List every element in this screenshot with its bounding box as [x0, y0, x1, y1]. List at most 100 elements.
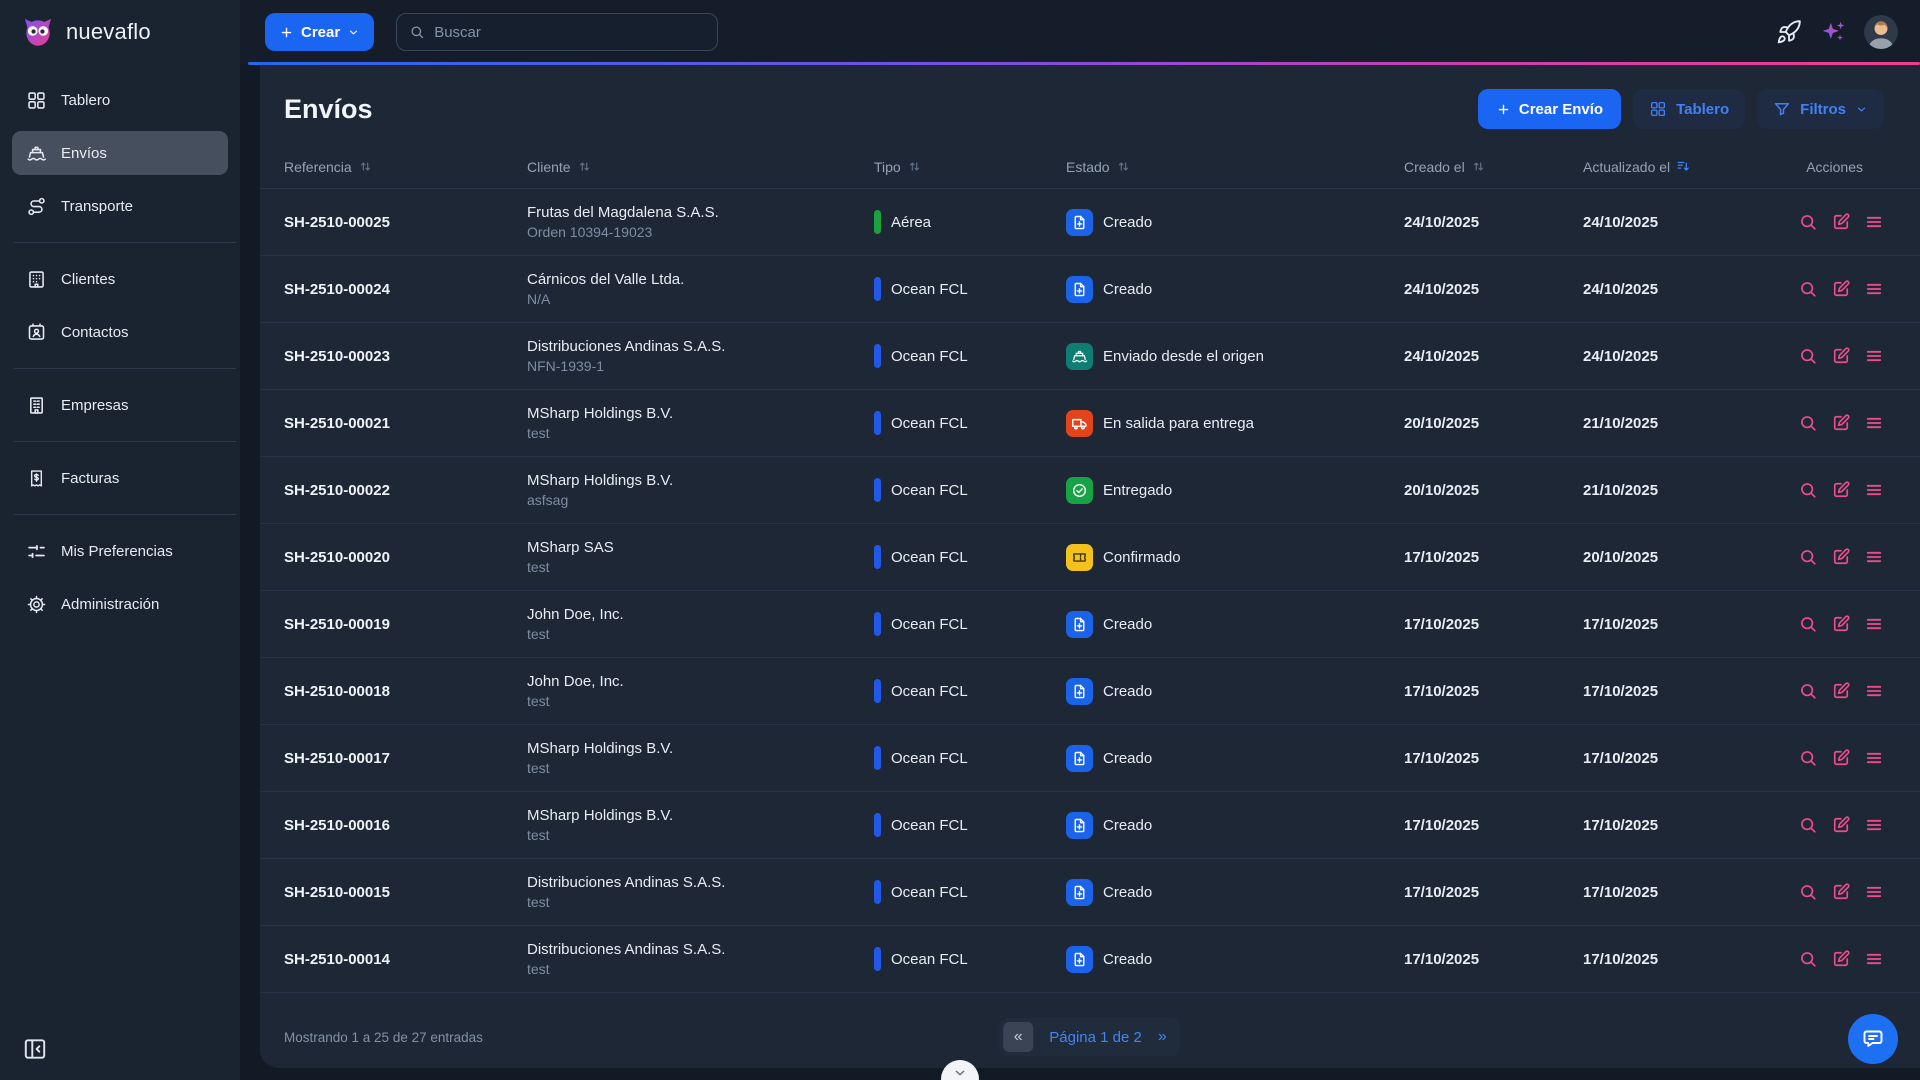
view-button[interactable]: [1798, 614, 1818, 634]
row-menu-button[interactable]: [1864, 681, 1884, 701]
row-menu-button[interactable]: [1864, 614, 1884, 634]
global-search: [396, 13, 718, 51]
view-button[interactable]: [1798, 949, 1818, 969]
company-icon: [26, 395, 47, 416]
client-reference: test: [527, 559, 874, 575]
grid-icon: [26, 90, 47, 111]
document-plus-icon: [1066, 276, 1093, 303]
edit-button[interactable]: [1831, 279, 1851, 299]
document-plus-icon: [1066, 879, 1093, 906]
cell-actualizado: 24/10/2025: [1583, 348, 1788, 365]
table-row[interactable]: SH-2510-00015 Distribuciones Andinas S.A…: [260, 859, 1920, 926]
cell-creado: 17/10/2025: [1404, 750, 1583, 767]
table-row[interactable]: SH-2510-00018 John Doe, Inc. test Ocean …: [260, 658, 1920, 725]
route-icon: [26, 196, 47, 217]
edit-button[interactable]: [1831, 882, 1851, 902]
cell-creado: 24/10/2025: [1404, 348, 1583, 365]
table-row[interactable]: SH-2510-00025 Frutas del Magdalena S.A.S…: [260, 189, 1920, 256]
prev-page-button[interactable]: «: [1003, 1022, 1033, 1052]
table-row[interactable]: SH-2510-00024 Cárnicos del Valle Ltda. N…: [260, 256, 1920, 323]
row-menu-button[interactable]: [1864, 815, 1884, 835]
sort-updown-icon: [577, 159, 592, 174]
edit-button[interactable]: [1831, 949, 1851, 969]
view-button[interactable]: [1798, 815, 1818, 835]
table-row[interactable]: SH-2510-00014 Distribuciones Andinas S.A…: [260, 926, 1920, 993]
chevron-down-icon: [347, 26, 360, 39]
shipment-type-indicator: [874, 545, 881, 569]
edit-button[interactable]: [1831, 547, 1851, 567]
document-plus-icon: [1066, 209, 1093, 236]
column-header[interactable]: Tipo: [874, 159, 1066, 175]
edit-button[interactable]: [1831, 614, 1851, 634]
row-menu-button[interactable]: [1864, 212, 1884, 232]
sort-updown-icon: [907, 159, 922, 174]
brand-logo[interactable]: nuevaflo: [0, 0, 240, 64]
row-menu-button[interactable]: [1864, 346, 1884, 366]
cell-estado: Creado: [1066, 678, 1404, 705]
create-button[interactable]: Crear: [265, 13, 374, 51]
table-row[interactable]: SH-2510-00019 John Doe, Inc. test Ocean …: [260, 591, 1920, 658]
next-page-button[interactable]: »: [1158, 1028, 1177, 1046]
table-row[interactable]: SH-2510-00016 MSharp Holdings B.V. test …: [260, 792, 1920, 859]
row-menu-button[interactable]: [1864, 413, 1884, 433]
edit-button[interactable]: [1831, 480, 1851, 500]
row-menu-button[interactable]: [1864, 547, 1884, 567]
user-avatar[interactable]: [1864, 15, 1898, 49]
table-row[interactable]: SH-2510-00020 MSharp SAS test Ocean FCL …: [260, 524, 1920, 591]
row-menu-button[interactable]: [1864, 748, 1884, 768]
view-button[interactable]: [1798, 212, 1818, 232]
filters-button[interactable]: Filtros: [1757, 89, 1884, 129]
row-menu-button[interactable]: [1864, 279, 1884, 299]
view-button[interactable]: [1798, 681, 1818, 701]
table-row[interactable]: SH-2510-00021 MSharp Holdings B.V. test …: [260, 390, 1920, 457]
grid-icon: [1649, 100, 1667, 118]
edit-button[interactable]: [1831, 346, 1851, 366]
page-header: Envíos Crear Envío Tablero Filtros: [260, 65, 1920, 145]
column-header[interactable]: Referencia: [284, 159, 527, 175]
view-button[interactable]: [1798, 279, 1818, 299]
column-header[interactable]: Creado el: [1404, 159, 1583, 175]
shipment-type-label: Ocean FCL: [891, 281, 968, 298]
row-menu-button[interactable]: [1864, 882, 1884, 902]
edit-button[interactable]: [1831, 748, 1851, 768]
table-row[interactable]: SH-2510-00022 MSharp Holdings B.V. asfsa…: [260, 457, 1920, 524]
sidebar-item[interactable]: Contactos: [12, 310, 228, 354]
invoice-icon: [26, 468, 47, 489]
row-menu-button[interactable]: [1864, 480, 1884, 500]
cell-tipo: Ocean FCL: [874, 679, 1066, 703]
table-row[interactable]: SH-2510-00017 MSharp Holdings B.V. test …: [260, 725, 1920, 792]
board-view-button[interactable]: Tablero: [1633, 89, 1745, 129]
row-menu-button[interactable]: [1864, 949, 1884, 969]
sidebar-item[interactable]: Mis Preferencias: [12, 529, 228, 573]
view-button[interactable]: [1798, 748, 1818, 768]
chat-button[interactable]: [1848, 1014, 1898, 1064]
collapse-sidebar-button[interactable]: [22, 1036, 48, 1062]
sidebar-item[interactable]: Empresas: [12, 383, 228, 427]
column-header[interactable]: Actualizado el: [1583, 159, 1788, 175]
sidebar-item[interactable]: Transporte: [12, 184, 228, 228]
view-button[interactable]: [1798, 547, 1818, 567]
table-row[interactable]: SH-2510-00023 Distribuciones Andinas S.A…: [260, 323, 1920, 390]
view-button[interactable]: [1798, 882, 1818, 902]
view-button[interactable]: [1798, 480, 1818, 500]
view-button[interactable]: [1798, 346, 1818, 366]
cell-referencia: SH-2510-00019: [284, 616, 527, 633]
edit-button[interactable]: [1831, 681, 1851, 701]
view-button[interactable]: [1798, 413, 1818, 433]
search-icon: [409, 24, 425, 40]
column-header[interactable]: Estado: [1066, 159, 1404, 175]
sidebar-item[interactable]: Facturas: [12, 456, 228, 500]
create-shipment-button[interactable]: Crear Envío: [1478, 89, 1621, 129]
sidebar-item[interactable]: Clientes: [12, 257, 228, 301]
rocket-icon[interactable]: [1776, 19, 1802, 45]
edit-button[interactable]: [1831, 212, 1851, 232]
edit-button[interactable]: [1831, 413, 1851, 433]
sidebar-item[interactable]: Administración: [12, 582, 228, 626]
column-header[interactable]: Cliente: [527, 159, 874, 175]
edit-button[interactable]: [1831, 815, 1851, 835]
sparkles-icon[interactable]: [1820, 19, 1846, 45]
sidebar-item[interactable]: Envíos: [12, 131, 228, 175]
search-input[interactable]: [434, 24, 705, 41]
sidebar-item[interactable]: Tablero: [12, 78, 228, 122]
cell-referencia: SH-2510-00015: [284, 884, 527, 901]
